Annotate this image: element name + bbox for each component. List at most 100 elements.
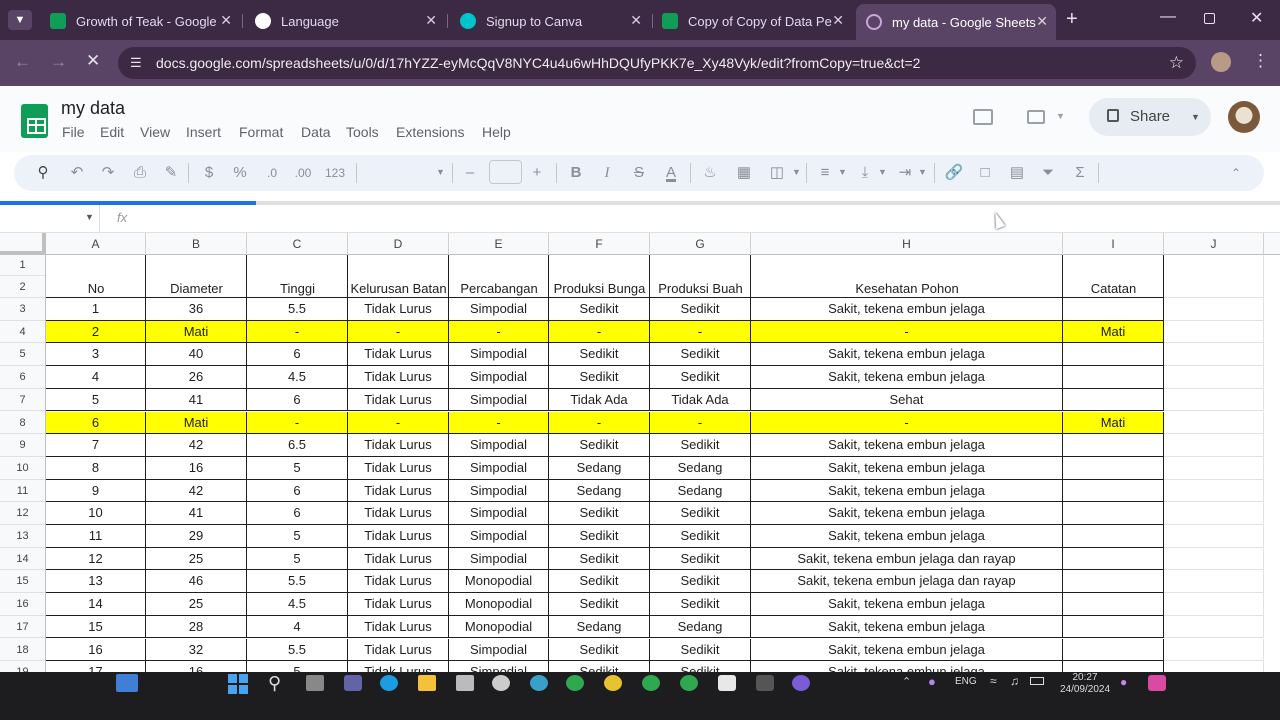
row-header-9[interactable]: 9 xyxy=(0,434,45,457)
cell-i9[interactable] xyxy=(1063,434,1164,457)
formula-input[interactable] xyxy=(140,205,1270,232)
cell-i3[interactable] xyxy=(1063,298,1164,321)
cell-i14[interactable] xyxy=(1063,547,1164,571)
comments-icon[interactable] xyxy=(973,109,993,125)
currency-format-button[interactable]: $ xyxy=(198,163,220,183)
cell-i16[interactable] xyxy=(1063,593,1164,616)
cell-a4[interactable]: 2 xyxy=(46,320,146,344)
cell-d8[interactable]: - xyxy=(348,411,449,435)
cell-h17[interactable]: Sakit, tekena embun jelaga xyxy=(751,615,1063,639)
cell-b17[interactable]: 28 xyxy=(146,615,247,639)
account-avatar[interactable] xyxy=(1228,101,1260,133)
cell-b13[interactable]: 29 xyxy=(146,525,247,548)
percent-format-button[interactable]: % xyxy=(229,163,251,183)
close-tab-icon[interactable]: ✕ xyxy=(1036,13,1048,30)
cell-i7[interactable] xyxy=(1063,388,1164,412)
row-header-19[interactable]: 19 xyxy=(0,661,45,672)
menu-data[interactable]: Data xyxy=(301,124,331,140)
cell-i8[interactable]: Mati xyxy=(1063,411,1164,435)
chrome-menu-icon[interactable]: ⋮ xyxy=(1252,51,1269,71)
cell-i17[interactable] xyxy=(1063,615,1164,639)
cell-b12[interactable]: 41 xyxy=(146,502,247,525)
cell-e10[interactable]: Simpodial xyxy=(449,456,549,480)
cell-b19[interactable]: 16 xyxy=(146,661,247,672)
chrome-icon[interactable] xyxy=(566,675,584,691)
text-color-icon[interactable]: A xyxy=(660,163,682,183)
row-header-15[interactable]: 15 xyxy=(0,570,45,594)
row-header-5[interactable]: 5 xyxy=(0,343,45,367)
column-header-a[interactable]: A xyxy=(46,233,146,255)
cell-f9[interactable]: Sedikit xyxy=(549,434,650,457)
menu-file[interactable]: File xyxy=(62,124,85,140)
close-tab-icon[interactable]: ✕ xyxy=(220,12,232,29)
column-header-c[interactable]: C xyxy=(247,233,348,255)
cell-c16[interactable]: 4.5 xyxy=(247,593,348,616)
cell-e12[interactable]: Simpodial xyxy=(449,502,549,525)
cell-a18[interactable]: 16 xyxy=(46,638,146,662)
print-icon[interactable]: ⎙ xyxy=(129,163,151,183)
chrome-profile-icon[interactable] xyxy=(680,675,698,691)
cell-a19[interactable]: 17 xyxy=(46,661,146,672)
browser-tab-canva[interactable]: Signup to Canva ✕ xyxy=(450,6,650,36)
cell-j11[interactable] xyxy=(1164,479,1264,503)
cell-f8[interactable]: - xyxy=(549,411,650,435)
cell-i13[interactable] xyxy=(1063,525,1164,548)
bold-icon[interactable]: B xyxy=(565,163,587,183)
text-wrapping-icon[interactable]: ⇥ xyxy=(894,163,916,183)
row-header-6[interactable]: 6 xyxy=(0,366,45,389)
number-format-button[interactable]: 123 xyxy=(322,163,348,183)
cell-a5[interactable]: 3 xyxy=(46,343,146,367)
stop-loading-icon[interactable]: ✕ xyxy=(86,51,100,71)
profile-icon[interactable] xyxy=(1211,52,1231,72)
close-tab-icon[interactable]: ✕ xyxy=(630,12,642,29)
cell-a3[interactable]: 1 xyxy=(46,298,146,321)
row-header-8[interactable]: 8 xyxy=(0,412,45,435)
cell-g16[interactable]: Sedikit xyxy=(650,593,751,616)
cell-g8[interactable]: - xyxy=(650,411,751,435)
cell-h15[interactable]: Sakit, tekena embun jelaga dan rayap xyxy=(751,570,1063,594)
cell-i18[interactable] xyxy=(1063,638,1164,662)
cell-j10[interactable] xyxy=(1164,456,1264,480)
font-size-input[interactable] xyxy=(489,160,522,184)
photos-icon[interactable] xyxy=(456,675,474,691)
cell-b5[interactable]: 40 xyxy=(146,343,247,367)
vertical-align-icon[interactable]: ⤓ xyxy=(854,163,876,183)
cell-f5[interactable]: Sedikit xyxy=(549,343,650,367)
cell-j17[interactable] xyxy=(1164,615,1264,639)
cell-g18[interactable]: Sedikit xyxy=(650,638,751,662)
cell-d4[interactable]: - xyxy=(348,320,449,344)
cell-d16[interactable]: Tidak Lurus xyxy=(348,593,449,616)
cell-f4[interactable]: - xyxy=(549,320,650,344)
cell-d13[interactable]: Tidak Lurus xyxy=(348,525,449,548)
cell-c5[interactable]: 6 xyxy=(247,343,348,367)
row-header-13[interactable]: 13 xyxy=(0,525,45,548)
browser-tab-my-data[interactable]: my data - Google Sheets ✕ xyxy=(856,4,1056,40)
taskbar-clock[interactable]: 20:27 24/09/2024 xyxy=(1050,672,1120,696)
row-header-16[interactable]: 16 xyxy=(0,593,45,616)
merge-dropdown-icon[interactable]: ▼ xyxy=(792,167,801,177)
cell-h14[interactable]: Sakit, tekena embun jelaga dan rayap xyxy=(751,547,1063,571)
row-header-18[interactable]: 18 xyxy=(0,639,45,662)
cell-b10[interactable]: 16 xyxy=(146,456,247,480)
cell-j14[interactable] xyxy=(1164,547,1264,571)
cell-h4[interactable]: - xyxy=(751,320,1063,344)
menu-insert[interactable]: Insert xyxy=(186,124,221,140)
app-icon[interactable] xyxy=(792,675,810,691)
cell-c4[interactable]: - xyxy=(247,320,348,344)
insert-comment-icon[interactable]: □ xyxy=(974,163,996,183)
undo-icon[interactable]: ↶ xyxy=(66,163,88,183)
cell-e5[interactable]: Simpodial xyxy=(449,343,549,367)
cell-b11[interactable]: 42 xyxy=(146,479,247,503)
cell-g4[interactable]: - xyxy=(650,320,751,344)
row-header-1[interactable]: 1 xyxy=(0,255,45,276)
cell-b14[interactable]: 25 xyxy=(146,547,247,571)
functions-icon[interactable]: Σ xyxy=(1069,163,1091,183)
cell-d6[interactable]: Tidak Lurus xyxy=(348,366,449,389)
menu-view[interactable]: View xyxy=(140,124,170,140)
merge-cells-icon[interactable]: ◫ xyxy=(766,163,788,183)
increase-font-size-icon[interactable]: + xyxy=(526,163,548,183)
cell-a14[interactable]: 12 xyxy=(46,547,146,571)
cell-d14[interactable]: Tidak Lurus xyxy=(348,547,449,571)
volume-icon[interactable]: ♫ xyxy=(1010,674,1019,688)
cell-d10[interactable]: Tidak Lurus xyxy=(348,456,449,480)
